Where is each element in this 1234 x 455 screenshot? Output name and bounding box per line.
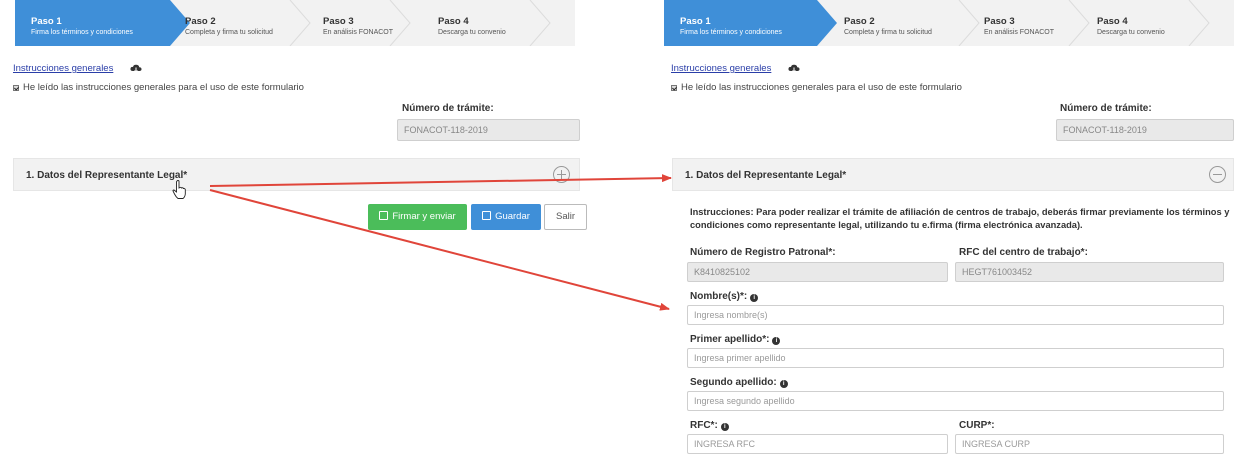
curp-label: CURP*: — [959, 420, 995, 431]
curp-input[interactable]: INGRESA CURP — [955, 434, 1224, 454]
read-instructions-checkbox-row-expanded[interactable]: He leído las instrucciones generales par… — [671, 82, 962, 93]
tramite-field-expanded: FONACOT-118-2019 — [1056, 119, 1234, 141]
step-3-title: Paso 3 — [323, 16, 354, 27]
step-4-subtitle-expanded: Descarga tu convenio — [1097, 29, 1165, 36]
rfc-centro-field: HEGT761003452 — [955, 262, 1224, 282]
instructions-link[interactable]: Instrucciones generales — [13, 63, 113, 74]
exit-button[interactable]: Salir — [544, 204, 587, 230]
step-2-subtitle-expanded: Completa y firma tu solicitud — [844, 29, 932, 36]
step-3-title-expanded: Paso 3 — [984, 16, 1015, 27]
save-label: Guardar — [495, 211, 530, 222]
info-icon[interactable]: i — [720, 423, 729, 431]
cloud-download-icon[interactable] — [788, 64, 800, 73]
info-icon[interactable]: i — [750, 294, 759, 302]
step-4-subtitle: Descarga tu convenio — [438, 29, 506, 36]
save-button[interactable]: Guardar — [471, 204, 541, 230]
info-icon[interactable]: i — [772, 337, 781, 345]
info-icon[interactable]: i — [779, 380, 788, 388]
nombre-input[interactable]: Ingresa nombre(s) — [687, 305, 1224, 325]
read-instructions-checkbox-expanded[interactable] — [671, 84, 677, 91]
rfc-input[interactable]: INGRESA RFC — [687, 434, 948, 454]
primer-apellido-label-text: Primer apellido*: — [690, 334, 770, 345]
tramite-label-expanded: Número de trámite: — [1060, 103, 1152, 114]
sign-and-send-button[interactable]: Firmar y enviar — [368, 204, 467, 230]
registro-label: Número de Registro Patronal*: — [690, 247, 836, 258]
step-2-title: Paso 2 — [185, 16, 216, 27]
segundo-apellido-input[interactable]: Ingresa segundo apellido — [687, 391, 1224, 411]
wizard-steps: Paso 1 Firma los términos y condiciones … — [15, 0, 575, 46]
wizard-steps-expanded: Paso 1 Firma los términos y condiciones … — [664, 0, 1234, 46]
steps-background — [15, 0, 551, 46]
step-1-subtitle: Firma los términos y condiciones — [31, 29, 133, 36]
steps-background-expanded — [664, 0, 1210, 46]
read-instructions-checkbox[interactable] — [13, 84, 19, 91]
step-2-subtitle: Completa y firma tu solicitud — [185, 29, 273, 36]
nombre-label: Nombre(s)*: i — [690, 291, 759, 302]
instructions-link-expanded[interactable]: Instrucciones generales — [671, 63, 771, 74]
rfc-label-text: RFC*: — [690, 420, 718, 431]
step-1-subtitle-expanded: Firma los términos y condiciones — [680, 29, 782, 36]
step-1-title-expanded: Paso 1 — [680, 16, 711, 27]
sign-and-send-label: Firmar y enviar — [392, 211, 456, 222]
tramite-label: Número de trámite: — [402, 103, 494, 114]
step-4-title-expanded: Paso 4 — [1097, 16, 1128, 27]
section-representante-collapsed[interactable]: 1. Datos del Representante Legal* — [13, 158, 580, 191]
step-4-title: Paso 4 — [438, 16, 469, 27]
section-representante-title-expanded: 1. Datos del Representante Legal* — [685, 170, 847, 181]
primer-apellido-input[interactable]: Ingresa primer apellido — [687, 348, 1224, 368]
tramite-field: FONACOT-118-2019 — [397, 119, 580, 141]
plus-circle-icon[interactable] — [553, 166, 570, 183]
step-3-subtitle-expanded: En análisis FONACOT — [984, 29, 1055, 36]
form-instructions: Instrucciones: Para poder realizar el tr… — [690, 207, 1230, 230]
step-2-title-expanded: Paso 2 — [844, 16, 875, 27]
registro-field: K8410825102 — [687, 262, 948, 282]
hand-cursor-icon — [172, 180, 186, 199]
step-1-title: Paso 1 — [31, 16, 62, 27]
read-instructions-label-expanded: He leído las instrucciones generales par… — [681, 82, 962, 93]
step-3-subtitle: En análisis FONACOT — [323, 29, 394, 36]
left-screenshot: Paso 1 Firma los términos y condiciones … — [0, 0, 600, 455]
nombre-label-text: Nombre(s)*: — [690, 291, 748, 302]
segundo-apellido-label-text: Segundo apellido: — [690, 377, 777, 388]
edit-icon — [379, 211, 389, 220]
segundo-apellido-label: Segundo apellido: i — [690, 377, 788, 388]
section-representante-title: 1. Datos del Representante Legal* — [26, 170, 188, 181]
right-screenshot: Paso 1 Firma los términos y condiciones … — [662, 0, 1234, 455]
rfc-label: RFC*: i — [690, 420, 729, 431]
minus-circle-icon[interactable] — [1209, 166, 1226, 183]
rfc-centro-label: RFC del centro de trabajo*: — [959, 247, 1088, 258]
cloud-download-icon[interactable] — [130, 64, 142, 73]
save-icon — [482, 211, 492, 220]
primer-apellido-label: Primer apellido*: i — [690, 334, 781, 345]
read-instructions-checkbox-row[interactable]: He leído las instrucciones generales par… — [13, 82, 304, 93]
section-representante-expanded[interactable]: 1. Datos del Representante Legal* — [672, 158, 1234, 191]
read-instructions-label: He leído las instrucciones generales par… — [23, 82, 304, 93]
